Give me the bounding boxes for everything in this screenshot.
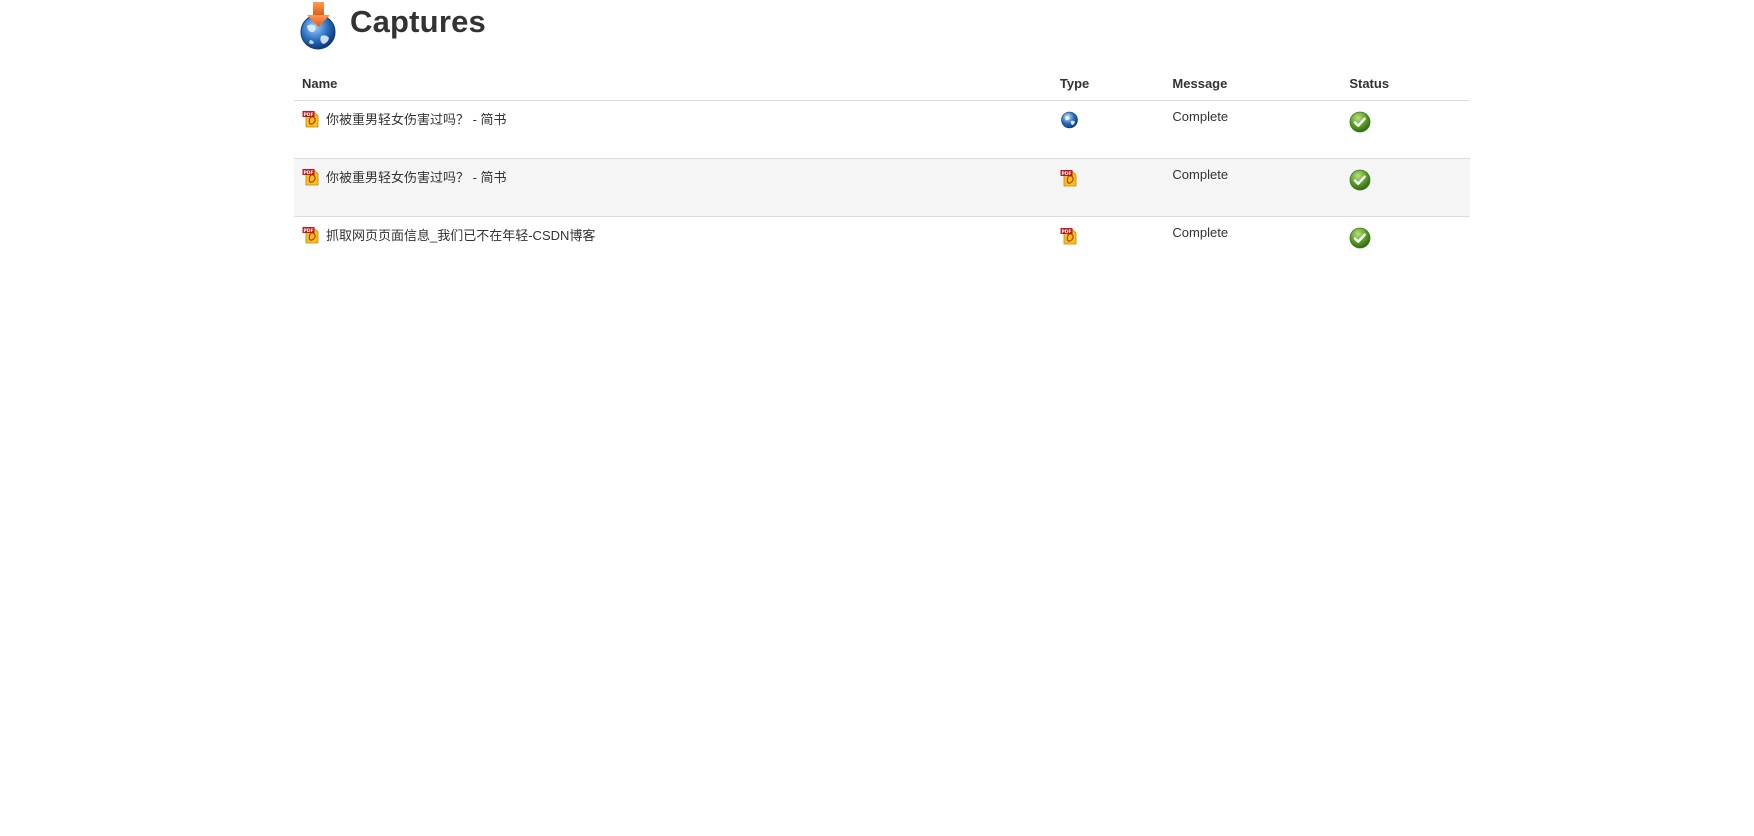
pdf-file-icon: PDF [302,167,321,186]
captures-page: Captures Name Type Message Status PDF 你被… [0,0,1754,836]
message-cell: Complete [1172,225,1229,240]
capture-name-link[interactable]: 抓取网页页面信息_我们已不在年轻-CSDN博客 [326,225,595,244]
message-cell: Complete [1164,100,1342,159]
svg-text:PDF: PDF [303,228,313,234]
table-row: PDF 抓取网页页面信息_我们已不在年轻-CSDN博客 PDF Complete [294,217,1470,275]
pdf-file-icon: PDF [1060,226,1079,248]
captures-table: Name Type Message Status PDF 你被重男轻女伤害过吗？… [294,70,1470,274]
svg-text:PDF: PDF [1061,229,1071,235]
status-cell [1341,217,1470,275]
capture-name-link[interactable]: 你被重男轻女伤害过吗？ - 简书 [326,109,507,128]
pdf-file-icon: PDF [1060,168,1079,190]
table-row: PDF 你被重男轻女伤害过吗？ - 简书 PDF Complete [294,158,1470,217]
globe-icon [1060,110,1079,132]
type-cell: PDF [1051,158,1165,217]
capture-name-link[interactable]: 你被重男轻女伤害过吗？ - 简书 [326,167,507,186]
name-cell: PDF 你被重男轻女伤害过吗？ - 简书 [294,158,1052,217]
column-header-type[interactable]: Type [1051,70,1165,101]
column-header-message[interactable]: Message [1164,70,1342,101]
message-cell: Complete [1164,158,1342,217]
green-check-icon [1349,169,1371,194]
table-row: PDF 你被重男轻女伤害过吗？ - 简书 Complete [294,100,1470,159]
svg-text:PDF: PDF [303,170,313,176]
green-check-icon [1349,111,1371,136]
svg-text:PDF: PDF [303,112,313,118]
table-header-row: Name Type Message Status [294,70,1470,101]
pdf-file-icon: PDF [302,109,321,128]
status-cell [1341,158,1470,217]
type-cell [1051,100,1165,159]
pdf-file-icon: PDF [302,225,321,244]
type-cell: PDF [1052,217,1165,275]
green-check-icon [1349,227,1371,252]
name-cell: PDF 抓取网页页面信息_我们已不在年轻-CSDN博客 [294,217,1052,275]
status-cell [1341,100,1470,159]
name-cell: PDF 你被重男轻女伤害过吗？ - 简书 [294,100,1052,159]
page-header: Captures [298,0,486,52]
column-header-name[interactable]: Name [294,70,1052,101]
page-title: Captures [350,4,486,39]
capture-globe-download-icon [298,0,338,52]
svg-text:PDF: PDF [1061,171,1071,177]
column-header-status[interactable]: Status [1341,70,1470,101]
